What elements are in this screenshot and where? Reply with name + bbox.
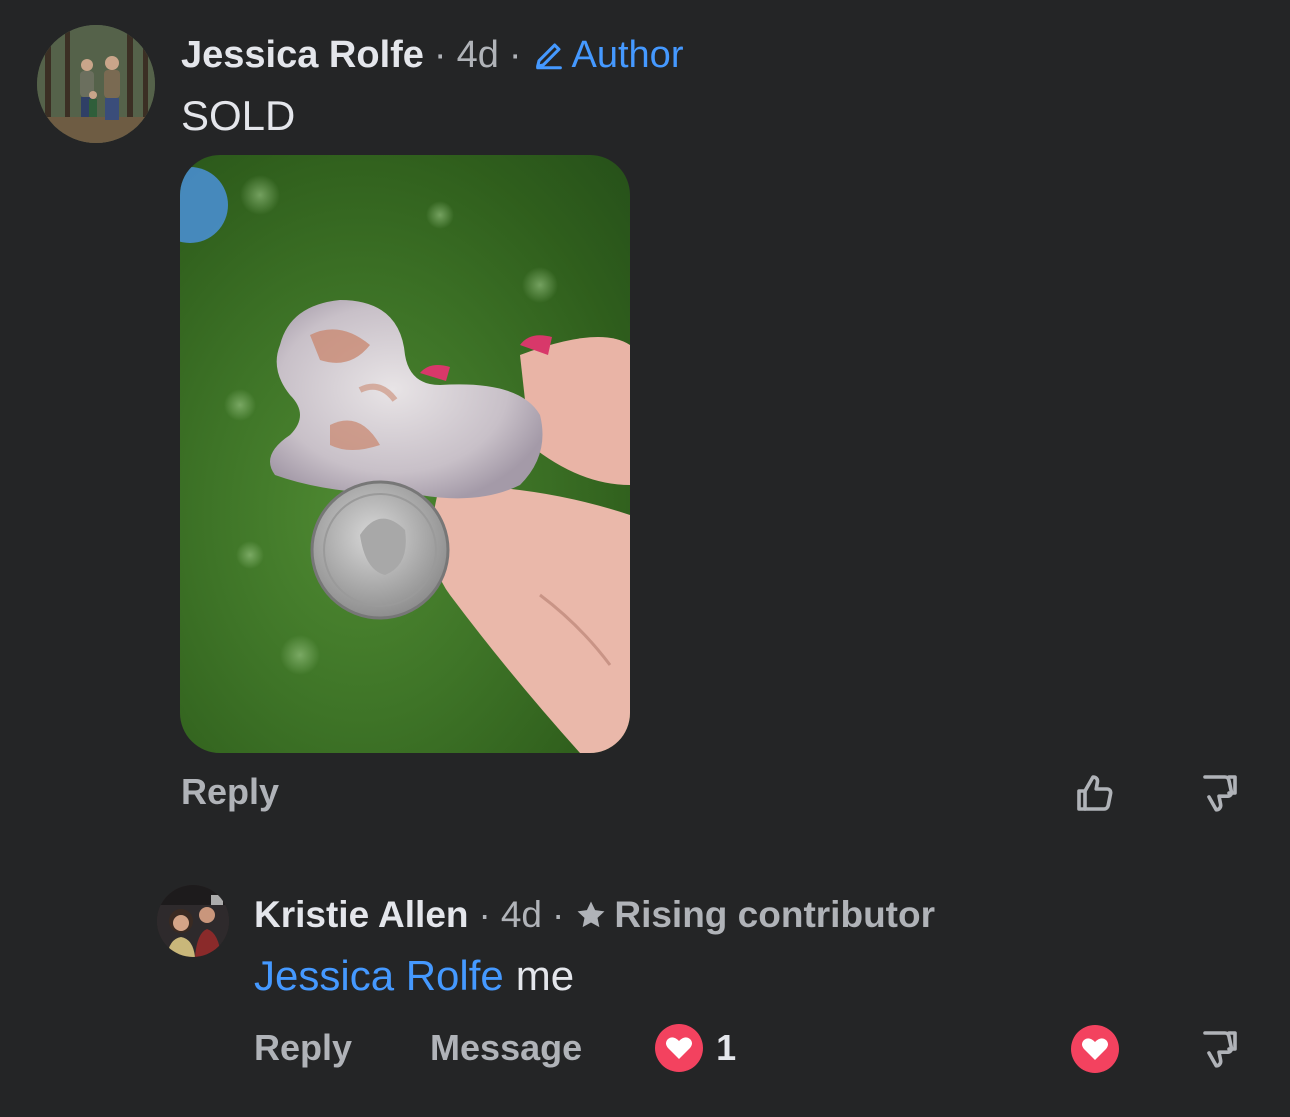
like-button[interactable] [1068, 766, 1122, 820]
timestamp[interactable]: 4d [501, 894, 542, 936]
reply-button[interactable]: Reply [254, 1027, 352, 1069]
comment-actions: Reply [181, 770, 279, 814]
thumbs-down-icon [1195, 769, 1243, 817]
contributor-badge: Rising contributor [614, 894, 935, 935]
author-badge: Author [571, 33, 684, 76]
reply-text: Jessica Rolfe me [254, 950, 574, 1002]
comment-header: Jessica Rolfe · 4d · Author [181, 32, 683, 78]
star-icon [574, 898, 608, 932]
reply-actions: Reply Message 1 [254, 1024, 736, 1072]
avatar[interactable] [37, 25, 155, 143]
reply-header: Kristie Allen · 4d · Rising contributor [254, 892, 935, 938]
heart-icon [1070, 1024, 1120, 1074]
message-button[interactable]: Message [430, 1027, 582, 1069]
separator: · [552, 894, 565, 935]
thumbs-down-icon [1195, 1025, 1243, 1073]
separator: · [478, 894, 491, 935]
timestamp[interactable]: 4d [457, 34, 499, 77]
reply-author-name[interactable]: Kristie Allen [254, 894, 469, 936]
comment-body: SOLD [181, 92, 296, 139]
reply-body: me [515, 952, 575, 999]
attached-photo[interactable] [180, 155, 630, 753]
love-reaction-button[interactable] [1068, 1022, 1122, 1076]
separator: · [433, 33, 447, 76]
comment-text: SOLD [181, 92, 295, 140]
reaction-summary[interactable]: 1 [654, 1023, 736, 1073]
separator: · [508, 33, 522, 76]
mention-link[interactable]: Jessica Rolfe [254, 952, 504, 1000]
dislike-button[interactable] [1192, 1022, 1246, 1076]
heart-icon [654, 1023, 704, 1073]
pencil-icon [532, 38, 566, 72]
reaction-count: 1 [716, 1027, 737, 1068]
dislike-button[interactable] [1192, 766, 1246, 820]
reply-button[interactable]: Reply [181, 771, 279, 813]
comment-author-name[interactable]: Jessica Rolfe [181, 34, 424, 77]
avatar[interactable] [157, 885, 229, 957]
thumbs-up-icon [1071, 769, 1119, 817]
